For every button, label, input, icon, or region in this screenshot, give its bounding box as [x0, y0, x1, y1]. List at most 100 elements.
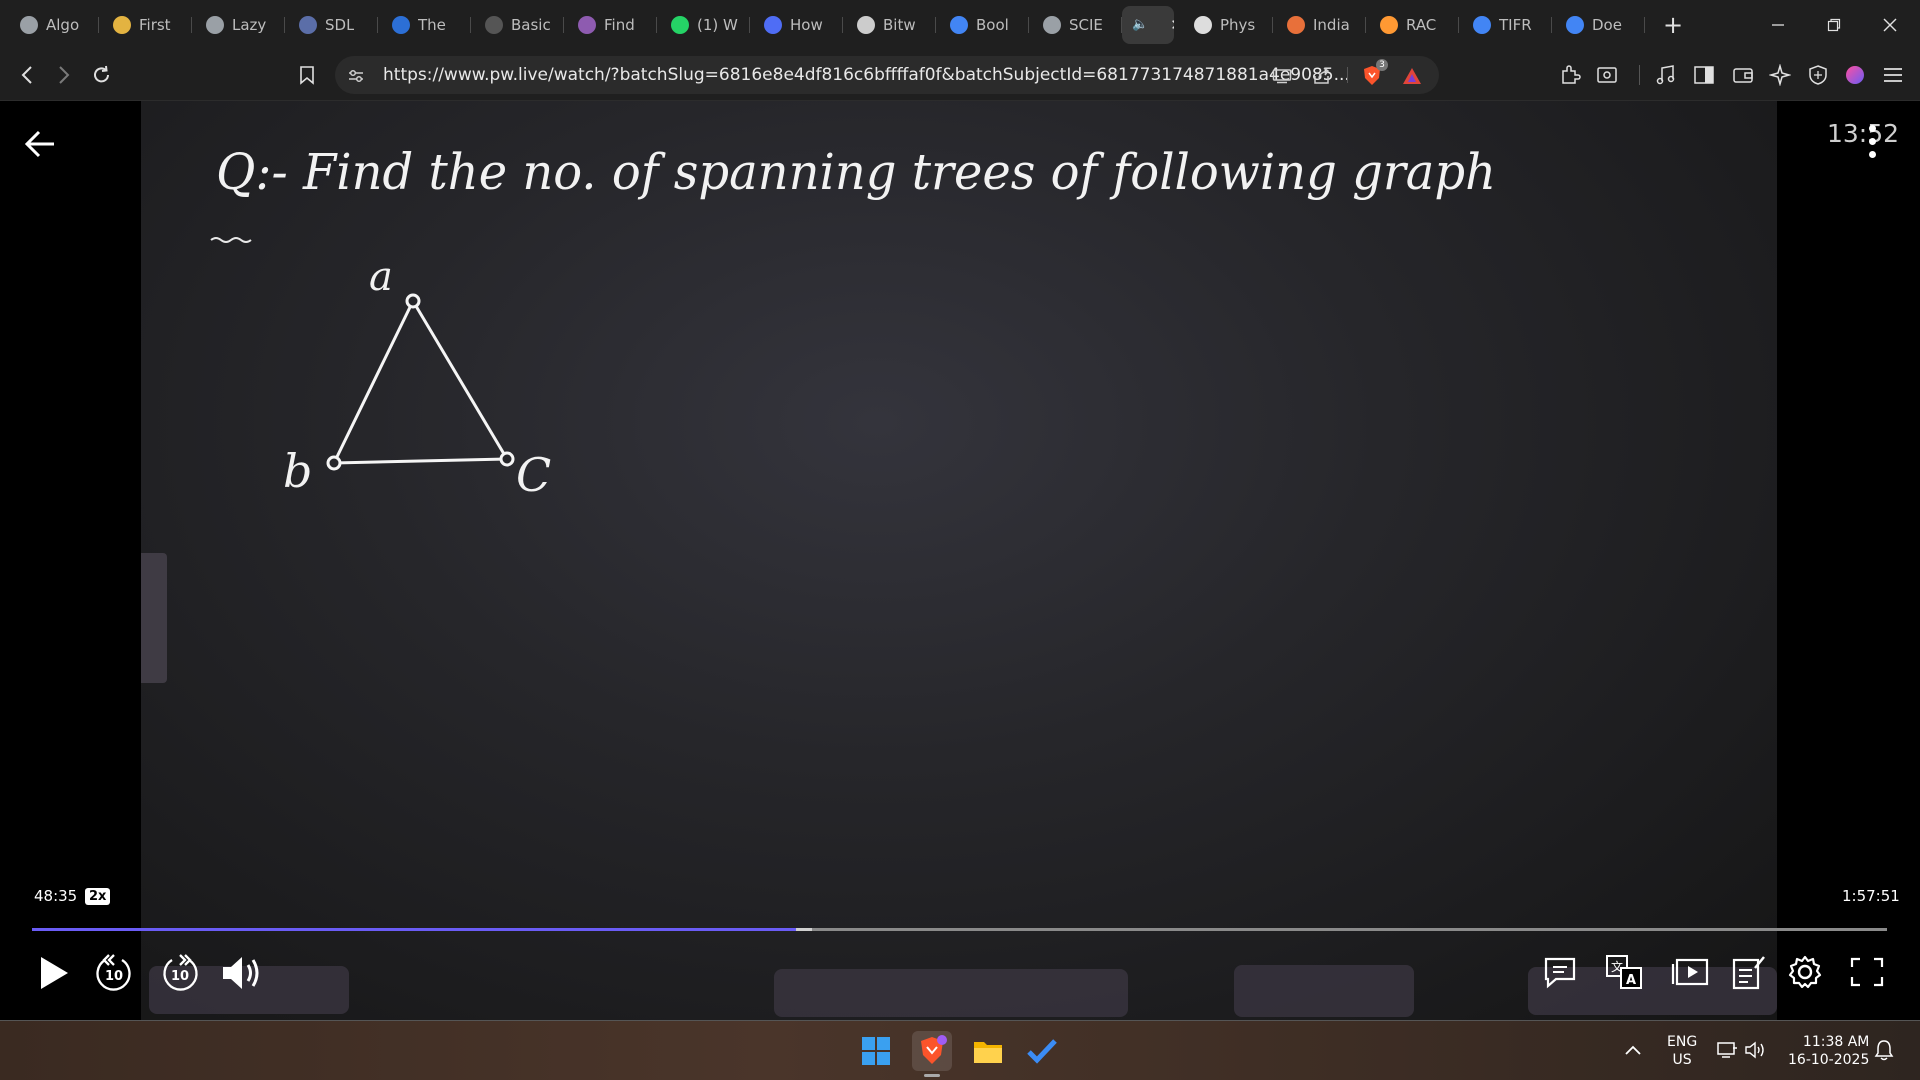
volume-button[interactable] [220, 953, 266, 993]
video-frame: Q:- Find the no. of spanning trees of fo… [141, 101, 1899, 1020]
profile-icon[interactable] [1843, 63, 1867, 87]
tab-l-6[interactable]: Find [564, 6, 657, 44]
tab-l-9[interactable]: Bitw [843, 6, 936, 44]
playback-speed-badge[interactable]: 2x [85, 888, 111, 905]
fullscreen-button[interactable] [1847, 952, 1887, 992]
folder-icon [974, 1042, 1002, 1063]
tab-l-8[interactable]: How [750, 6, 843, 44]
tab-l-3[interactable]: SDL [285, 6, 378, 44]
minimize-button[interactable] [1750, 0, 1806, 49]
menu-icon[interactable] [1881, 63, 1905, 87]
rewind-10-button[interactable]: 10 [94, 953, 134, 993]
vpn-icon[interactable] [1806, 63, 1830, 87]
code-icon [485, 15, 503, 34]
reader-icon[interactable] [1595, 63, 1619, 87]
tab-label: Phys [1220, 15, 1256, 34]
address-bar[interactable]: https://www.pw.live/watch/?batchSlug=681… [335, 56, 1439, 94]
forward-button[interactable] [50, 61, 78, 89]
seek-bar-thumb[interactable] [796, 928, 812, 931]
tab-label: Doe [1592, 15, 1622, 34]
tab-r-0[interactable]: Phys [1180, 6, 1273, 44]
tab-l-1[interactable]: First [99, 6, 192, 44]
india-icon [1287, 15, 1305, 34]
tab-r-2[interactable]: RAC [1366, 6, 1459, 44]
tab-label: How [790, 15, 823, 34]
gear-icon [1788, 955, 1822, 989]
back-arrow-icon[interactable] [24, 127, 56, 168]
q-underline [210, 237, 252, 243]
tab-l-5[interactable]: Basic [471, 6, 564, 44]
minimize-icon [1772, 23, 1784, 26]
forward-10-button[interactable]: 10 [160, 953, 200, 993]
elapsed-time: 48:35 [34, 887, 78, 905]
notification-bell-icon[interactable] [1874, 1039, 1894, 1065]
close-window-button[interactable] [1862, 0, 1918, 49]
fast-forward-icon: 10 [163, 954, 198, 991]
edge-ac [411, 300, 509, 460]
volume-tray-icon[interactable] [1744, 1040, 1766, 1064]
edge-bc [333, 457, 508, 465]
notes-icon [1732, 956, 1765, 990]
bookmark-button[interactable] [293, 61, 321, 89]
share-icon[interactable] [1311, 65, 1333, 87]
close-tab-icon[interactable]: ✕ [1170, 16, 1174, 34]
taskbar-file-explorer[interactable] [968, 1031, 1008, 1071]
tab-l-2[interactable]: Lazy [192, 6, 285, 44]
bookmark-icon [764, 15, 782, 34]
brave-rewards-icon[interactable] [1401, 65, 1423, 87]
tab-l-11[interactable]: SCIE [1029, 6, 1122, 44]
back-button[interactable] [13, 61, 41, 89]
chat-button[interactable] [1540, 952, 1580, 992]
svg-text:10: 10 [105, 969, 123, 984]
media-icon[interactable] [1654, 63, 1678, 87]
tab-l-0[interactable]: Algo [6, 6, 99, 44]
vertex-c [499, 451, 515, 467]
tab-l-10[interactable]: Bool [936, 6, 1029, 44]
google-icon [950, 15, 968, 34]
taskbar-todo[interactable] [1022, 1031, 1062, 1071]
settings-button[interactable] [1785, 952, 1825, 992]
restore-button[interactable] [1806, 0, 1862, 49]
leo-ai-icon[interactable] [1768, 63, 1792, 87]
active-tab[interactable]: 🔈 P ✕ [1122, 5, 1174, 44]
clock[interactable]: 11:38 AM 16-10-2025 [1788, 1033, 1869, 1069]
tab-label: Lazy [232, 15, 267, 34]
picture-in-picture-button[interactable] [1670, 952, 1710, 992]
rewind-icon: 10 [96, 954, 131, 991]
extensions-icon[interactable] [1558, 63, 1582, 87]
language-indicator[interactable]: ENG US [1667, 1033, 1697, 1069]
site-settings-icon[interactable] [345, 65, 367, 87]
wallet-icon[interactable] [1731, 63, 1755, 87]
video-player[interactable]: Q:- Find the no. of spanning trees of fo… [0, 101, 1920, 1020]
reload-button[interactable] [88, 61, 116, 89]
start-button[interactable] [856, 1031, 896, 1071]
translate-button[interactable]: 文A [1604, 952, 1644, 992]
taskbar-brave[interactable] [912, 1031, 952, 1071]
tab-l-4[interactable]: The [378, 6, 471, 44]
vertex-label-a: a [369, 254, 393, 300]
checkmark-icon [1027, 1039, 1057, 1064]
tab-strip: Algo First Lazy SDL The Basic Find (1) W How Bitw… [0, 0, 1920, 49]
more-options-icon[interactable] [1865, 125, 1879, 165]
question-text: Q:- Find the no. of spanning trees of fo… [216, 143, 1496, 201]
flag-icon [1380, 15, 1398, 34]
tab-l-7[interactable]: (1) W [657, 6, 750, 44]
chevron-up-icon [1625, 1045, 1641, 1055]
tab-r-3[interactable]: TIFR [1459, 6, 1552, 44]
tab-r-1[interactable]: India [1273, 6, 1366, 44]
notes-button[interactable] [1728, 952, 1768, 992]
sidebar-icon[interactable] [1692, 63, 1716, 87]
play-icon [41, 957, 68, 989]
network-icon[interactable] [1716, 1040, 1738, 1064]
restore-icon [1827, 18, 1841, 31]
new-tab-button[interactable]: + [1663, 11, 1683, 39]
tab-r-4[interactable]: Doe [1552, 6, 1645, 44]
tab-label: TIFR [1499, 15, 1532, 34]
whatsapp-icon [671, 15, 689, 34]
seek-bar[interactable] [32, 928, 1887, 931]
tray-overflow-button[interactable] [1624, 1041, 1642, 1060]
cast-icon[interactable] [1271, 65, 1293, 87]
frame-timestamp: 13:52 [1827, 119, 1900, 148]
tab-label: Algo [46, 15, 80, 34]
play-button[interactable] [34, 953, 74, 993]
